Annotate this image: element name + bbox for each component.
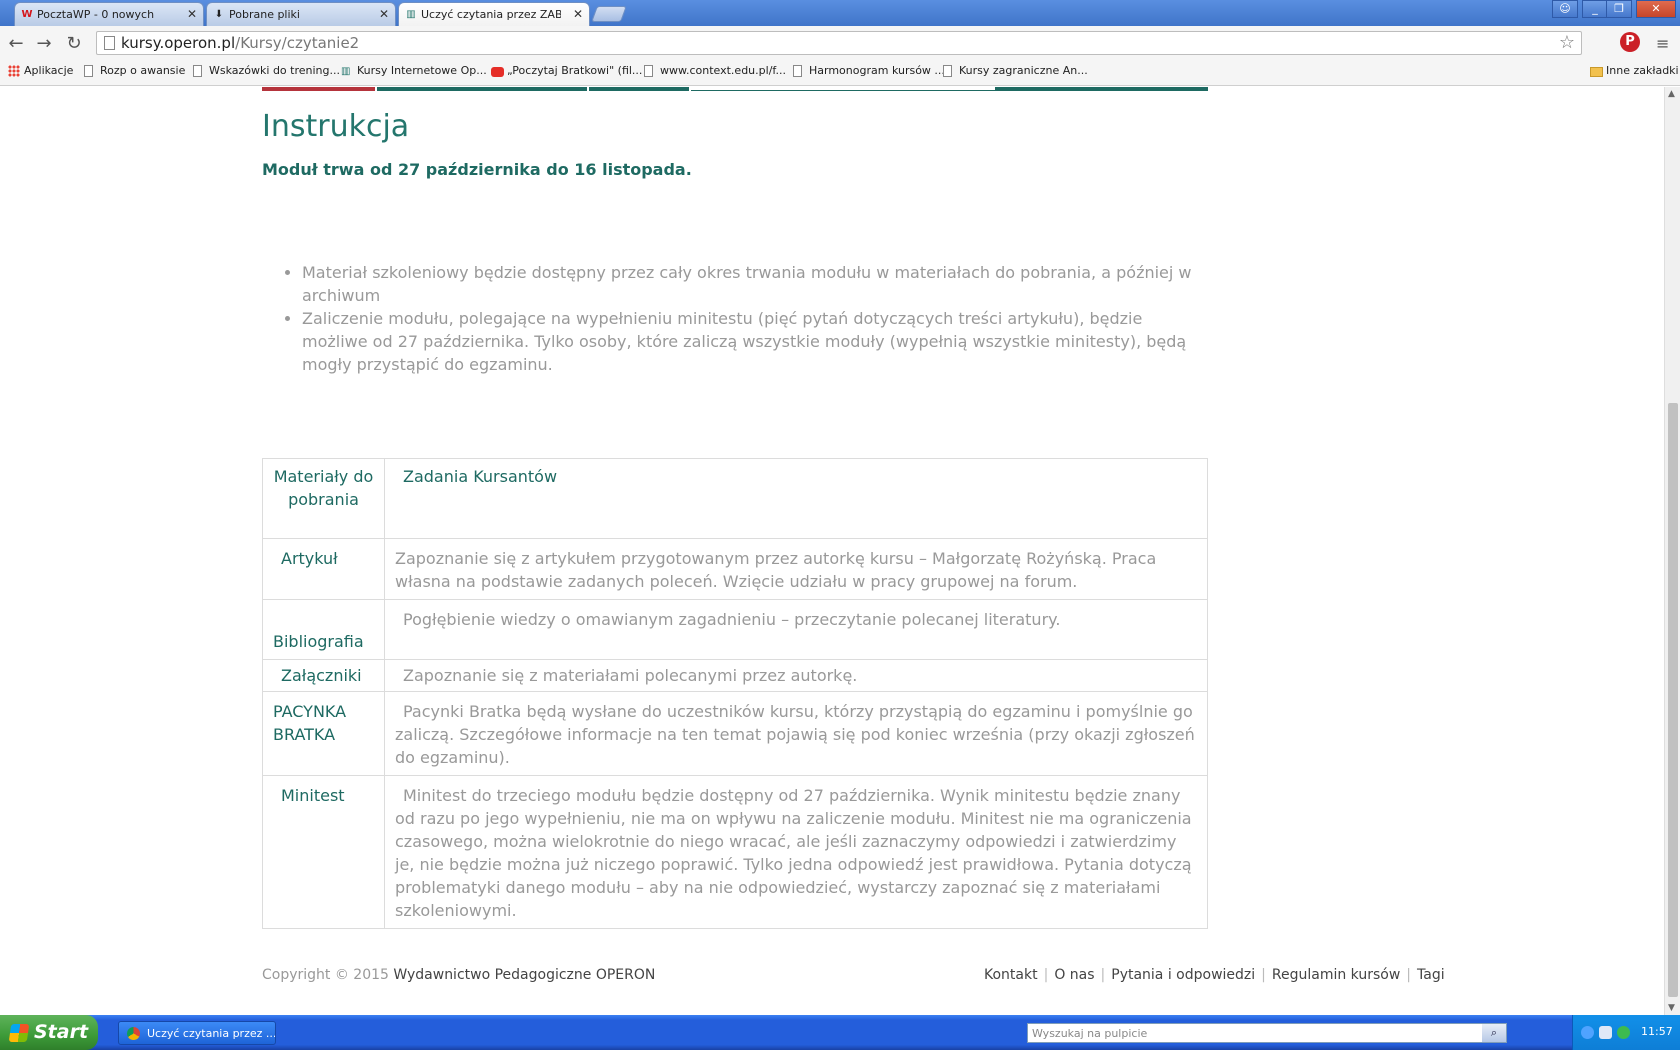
system-tray: 11:57 xyxy=(1572,1015,1680,1050)
bookmarks-bar: Aplikacje Rozp o awansie Wskazówki do tr… xyxy=(0,60,1680,86)
footer-links: Kontakt | O nas | Pytania i odpowiedzi | Regul… xyxy=(984,967,1445,983)
back-arrow-icon[interactable]: ← xyxy=(6,34,26,54)
row-label[interactable]: PACYNKA BRATKA xyxy=(262,691,385,776)
row-text: Pogłębienie wiedzy o omawianym zagadnien… xyxy=(384,599,1208,660)
module-dates: Moduł trwa od 27 października do 16 list… xyxy=(262,160,692,179)
instructions-list: Materiał szkoleniowy będzie dostępny prz… xyxy=(280,261,1210,376)
download-icon: ⬇ xyxy=(214,9,224,20)
tab-label: Pobrane pliki xyxy=(229,8,300,21)
page-icon xyxy=(644,65,653,77)
table-row: Załączniki Zapoznanie się z materiałami … xyxy=(262,659,1208,692)
scroll-thumb[interactable] xyxy=(1668,403,1678,997)
book-icon: ▥ xyxy=(341,66,351,77)
browser-toolbar: ← → ↻ kursy.operon.pl/Kursy/czytanie2 ☆ … xyxy=(0,26,1680,60)
page-scrollbar[interactable]: ▲ ▼ xyxy=(1664,87,1680,1015)
row-text: Minitest do trzeciego modułu będzie dost… xyxy=(384,775,1208,929)
youtube-icon xyxy=(491,67,504,77)
tab-pocztawp[interactable]: W PocztaWP - 0 nowych ✕ xyxy=(14,2,204,26)
footer-link-kontakt[interactable]: Kontakt xyxy=(984,967,1038,983)
bookmark-item[interactable]: Harmonogram kursów ... xyxy=(793,64,945,77)
chrome-icon xyxy=(127,1027,140,1040)
book-icon: ▥ xyxy=(406,9,416,20)
close-window-button[interactable]: ✕ xyxy=(1636,0,1676,18)
page-icon xyxy=(104,36,115,50)
bookmark-apps[interactable]: Aplikacje xyxy=(8,64,73,77)
address-url: kursy.operon.pl/Kursy/czytanie2 xyxy=(121,34,360,52)
menu-icon[interactable]: ≡ xyxy=(1656,34,1669,53)
header-materials: Materiały do pobrania xyxy=(262,458,385,539)
table-row: PACYNKA BRATKA Pacynki Bratka będą wysła… xyxy=(262,691,1208,776)
network-icon[interactable] xyxy=(1599,1026,1612,1039)
footer-link-tagi[interactable]: Tagi xyxy=(1417,967,1445,983)
scroll-up-icon[interactable]: ▲ xyxy=(1668,89,1675,99)
close-icon[interactable]: ✕ xyxy=(379,7,389,21)
row-label[interactable]: Minitest xyxy=(262,775,385,929)
scroll-down-icon[interactable]: ▼ xyxy=(1668,1003,1675,1013)
table-row: Minitest Minitest do trzeciego modułu bę… xyxy=(262,775,1208,929)
page-icon xyxy=(193,65,202,77)
bookmark-item[interactable]: www.context.edu.pl/f... xyxy=(644,64,786,77)
footer-link-o-nas[interactable]: O nas xyxy=(1054,967,1094,983)
address-bar[interactable]: kursy.operon.pl/Kursy/czytanie2 ☆ xyxy=(96,31,1582,55)
list-item: Zaliczenie modułu, polegające na wypełni… xyxy=(302,307,1210,376)
row-label[interactable]: Załączniki xyxy=(262,659,385,692)
page-title: Instrukcja xyxy=(262,109,410,144)
tab-active-course[interactable]: ▥ Uczyć czytania przez ZABAW ✕ xyxy=(398,2,590,26)
reload-icon[interactable]: ↻ xyxy=(64,34,84,54)
windows-taskbar: Start Uczyć czytania przez ... Wyszukaj … xyxy=(0,1015,1680,1050)
table-header-row: Materiały do pobrania Zadania Kursantów xyxy=(262,458,1208,539)
header-tasks: Zadania Kursantów xyxy=(384,458,1208,539)
tasks-table: Materiały do pobrania Zadania Kursantów … xyxy=(262,458,1208,929)
restore-button[interactable]: ❐ xyxy=(1606,0,1632,18)
close-icon[interactable]: ✕ xyxy=(573,7,583,21)
row-text: Zapoznanie się z materiałami polecanymi … xyxy=(384,659,1208,692)
security-icon[interactable] xyxy=(1617,1026,1630,1039)
bookmark-star-icon[interactable]: ☆ xyxy=(1559,32,1575,53)
table-row: Bibliografia Pogłębienie wiedzy o omawia… xyxy=(262,599,1208,660)
bookmark-item[interactable]: ▥ Kursy Internetowe Op... xyxy=(341,64,487,77)
pinterest-icon[interactable]: P xyxy=(1620,32,1640,52)
minimize-button[interactable]: _ xyxy=(1582,0,1608,18)
copyright: Copyright © 2015 Wydawnictwo Pedagogiczn… xyxy=(262,967,656,983)
new-tab-button[interactable] xyxy=(591,6,627,22)
footer-link-faq[interactable]: Pytania i odpowiedzi xyxy=(1111,967,1255,983)
close-icon[interactable]: ✕ xyxy=(187,7,197,21)
start-button[interactable]: Start xyxy=(0,1015,98,1050)
table-row: Artykuł Zapoznanie się z artykułem przyg… xyxy=(262,538,1208,600)
wp-icon: W xyxy=(21,9,33,20)
folder-icon xyxy=(1590,67,1603,77)
bookmark-item[interactable]: Wskazówki do trening... xyxy=(193,64,340,77)
other-bookmarks[interactable]: Inne zakładki xyxy=(1590,64,1679,77)
page-footer: Copyright © 2015 Wydawnictwo Pedagogiczn… xyxy=(262,967,1445,983)
bookmark-item[interactable]: Kursy zagraniczne An... xyxy=(943,64,1088,77)
taskbar-chrome-window[interactable]: Uczyć czytania przez ... xyxy=(118,1021,276,1045)
publisher-link[interactable]: Wydawnictwo Pedagogiczne OPERON xyxy=(393,967,655,983)
clock[interactable]: 11:57 xyxy=(1641,1025,1673,1038)
row-text: Zapoznanie się z artykułem przygotowanym… xyxy=(384,538,1208,600)
list-item: Materiał szkoleniowy będzie dostępny prz… xyxy=(302,261,1210,307)
bookmark-item[interactable]: „Poczytaj Bratkowi" (fil... xyxy=(491,64,642,77)
apps-icon xyxy=(8,65,20,77)
page-icon xyxy=(793,65,802,77)
tab-label: PocztaWP - 0 nowych xyxy=(37,8,155,21)
tab-downloads[interactable]: ⬇ Pobrane pliki ✕ xyxy=(206,2,396,26)
page-icon xyxy=(943,65,952,77)
row-text: Pacynki Bratka będą wysłane do uczestnik… xyxy=(384,691,1208,776)
windows-logo-icon xyxy=(8,1024,30,1042)
browser-tab-bar: W PocztaWP - 0 nowych ✕ ⬇ Pobrane pliki … xyxy=(0,0,1680,26)
tray-expand-icon[interactable] xyxy=(1581,1026,1594,1039)
bookmark-item[interactable]: Rozp o awansie xyxy=(84,64,185,77)
page-icon xyxy=(84,65,93,77)
row-label[interactable]: Artykuł xyxy=(262,538,385,600)
user-icon[interactable]: ☺ xyxy=(1552,0,1578,18)
forward-arrow-icon[interactable]: → xyxy=(34,34,54,54)
footer-link-regulamin[interactable]: Regulamin kursów xyxy=(1272,967,1400,983)
nav-strip xyxy=(262,87,1208,91)
desktop-search-input[interactable]: Wyszukaj na pulpicie ⌕ xyxy=(1027,1023,1507,1043)
page-content: Instrukcja Moduł trwa od 27 października… xyxy=(0,87,1664,1015)
tab-label: Uczyć czytania przez ZABAW xyxy=(421,8,561,21)
search-icon[interactable]: ⌕ xyxy=(1482,1024,1506,1042)
row-label[interactable]: Bibliografia xyxy=(262,599,385,660)
